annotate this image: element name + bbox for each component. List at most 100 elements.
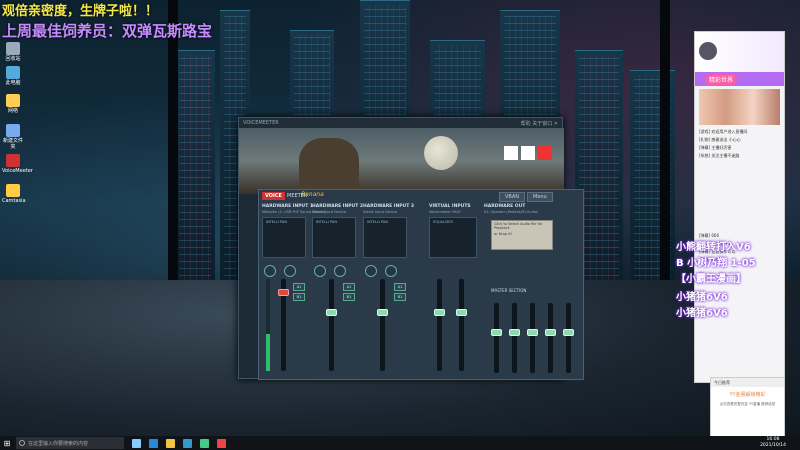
fader-knob[interactable]: [326, 309, 337, 316]
hardware-out-header[interactable]: HARDWARE OUT: [484, 204, 525, 209]
bus-fader-a2[interactable]: [509, 303, 520, 373]
input-strip-1: INTELLI PAN A1 B1: [262, 217, 306, 377]
bus-fader-b1[interactable]: [545, 303, 556, 373]
chat-header: [695, 32, 784, 72]
window-menu[interactable]: 帮助 关于窗口 ✕: [521, 120, 558, 127]
desktop-icon-recycle-bin[interactable]: 回收站: [2, 42, 24, 62]
bus-fader-b2[interactable]: [563, 303, 574, 373]
desktop: 观倍亲密度，生牌子啦！！ 上周最佳饲养员：双弹瓦斯路宝 回收站 此电脑 网络 新…: [0, 0, 800, 450]
edge-icon[interactable]: [149, 438, 158, 448]
window-title: VOICEMEETER: [243, 120, 279, 126]
character-graphic: [299, 138, 359, 194]
virtual-input-strip: EQUALIZER: [429, 217, 479, 377]
strip-device[interactable]: Select Input Device: [363, 210, 397, 214]
bus-button-a1[interactable]: A1: [293, 283, 305, 291]
tab-featured[interactable]: 精彩世界: [705, 74, 738, 85]
vm-banana-logo: Banana: [301, 191, 324, 198]
volume-fader[interactable]: [278, 279, 289, 371]
intelli-pan-box[interactable]: INTELLI PAN: [262, 217, 306, 258]
taskbar: ⊞ 在这里输入你要搜索的内容 16:08 2021/10/14: [0, 436, 800, 450]
strip-device[interactable]: Voicemeeter VAIO: [429, 210, 460, 214]
popup-body[interactable]: 点击查看完整内容 YY直播 推荐给您: [711, 401, 784, 407]
chat-highlight: 小熊翻转打入V6: [676, 242, 751, 253]
popup-title: YY金服解锁精彩: [729, 392, 766, 398]
strip-header[interactable]: HARDWARE INPUT 3: [363, 204, 414, 209]
taskbar-search-input[interactable]: 在这里输入你要搜索的内容: [16, 437, 124, 449]
notification-popup[interactable]: 今日推荐 YY金服解锁精彩 点击查看完整内容 YY直播 推荐给您: [710, 377, 785, 437]
input-strip-2: INTELLI PAN A1 B1: [312, 217, 356, 377]
hardware-out-device[interactable]: A1: Speaker (Realtek(R) Audio): [484, 210, 538, 214]
bg-building: [175, 50, 215, 300]
gain-knob[interactable]: [365, 265, 377, 277]
cassette-player[interactable]: Click to Select Audio file for Playback o…: [491, 220, 553, 250]
strip-header[interactable]: HARDWARE INPUT 1: [262, 204, 313, 209]
stream-overlay-text: 观倍亲密度，生牌子啦！！: [2, 4, 159, 19]
file-explorer-icon[interactable]: [166, 438, 175, 448]
bus-fader-a3[interactable]: [527, 303, 538, 373]
gain-knob[interactable]: [385, 265, 397, 277]
fader-knob[interactable]: [278, 289, 289, 296]
bus-button-a1[interactable]: A1: [343, 283, 355, 291]
bus-fader-a1[interactable]: [491, 303, 502, 373]
volume-fader[interactable]: [326, 279, 337, 371]
streamer-photo: [699, 89, 780, 125]
strip-header[interactable]: VIRTUAL INPUTS: [429, 204, 471, 209]
fader-knob[interactable]: [563, 329, 574, 336]
vm-logo: VOICE: [262, 192, 285, 200]
bus-button-b1[interactable]: B1: [293, 293, 305, 301]
desktop-icon-folder[interactable]: 新建文件夹: [2, 124, 24, 150]
fader-knob[interactable]: [377, 309, 388, 316]
app-icon[interactable]: [200, 438, 209, 448]
chat-highlight: 小猪猪6V6: [676, 292, 728, 303]
desktop-icon-camtasia[interactable]: Camtasia: [2, 184, 26, 204]
popup-titlebar[interactable]: 今日推荐: [711, 378, 784, 387]
intelli-pan-box[interactable]: INTELLI PAN: [363, 217, 407, 258]
fader-knob[interactable]: [434, 309, 445, 316]
fader-knob[interactable]: [545, 329, 556, 336]
chat-highlight: B 小树乃翔 1-05: [676, 258, 756, 269]
chat-message: [弹幕] 主播好厉害: [699, 145, 732, 150]
strip-device[interactable]: Select Input Device: [312, 210, 346, 214]
fader-knob[interactable]: [456, 309, 467, 316]
fader-knob[interactable]: [509, 329, 520, 336]
video-qr-icons: [504, 146, 552, 160]
live-chat-panel[interactable]: 精彩世界 [游戏] 欢迎用户进入直播间 [礼物] 感谢送出 小心心 [弹幕] 主…: [694, 31, 785, 383]
store-icon[interactable]: [183, 438, 192, 448]
volume-fader[interactable]: [456, 279, 467, 371]
desktop-icon-this-pc[interactable]: 此电脑: [2, 66, 24, 86]
bus-button-b1[interactable]: B1: [394, 293, 406, 301]
intelli-pan-box[interactable]: INTELLI PAN: [312, 217, 356, 258]
chat-highlight: 小猪猪6V6: [676, 308, 728, 319]
input-strip-3: INTELLI PAN A1 B1: [363, 217, 407, 377]
avatar[interactable]: [699, 42, 717, 60]
fader-knob[interactable]: [491, 329, 502, 336]
level-meter: [266, 279, 270, 371]
vban-button[interactable]: VBAN: [499, 192, 526, 202]
chat-message: [系统] 关注主播不迷路: [699, 153, 740, 158]
gain-knob[interactable]: [314, 265, 326, 277]
gain-knob[interactable]: [264, 265, 276, 277]
bus-button-a1[interactable]: A1: [394, 283, 406, 291]
menu-button[interactable]: Menu: [527, 192, 553, 202]
task-view-icon[interactable]: [132, 438, 141, 448]
gain-knob[interactable]: [284, 265, 296, 277]
desktop-icon-voicemeeter[interactable]: VoiceMeeter: [2, 154, 33, 174]
strip-header[interactable]: HARDWARE INPUT 2: [312, 204, 363, 209]
system-clock[interactable]: 16:08 2021/10/14: [760, 437, 800, 449]
stream-overlay-text: 上周最佳饲养员：双弹瓦斯路宝: [2, 22, 213, 40]
voicemeeter-taskbar-icon[interactable]: [217, 438, 226, 448]
volume-fader[interactable]: [434, 279, 445, 371]
bus-button-b1[interactable]: B1: [343, 293, 355, 301]
equalizer-box[interactable]: EQUALIZER: [429, 217, 477, 258]
window-titlebar[interactable]: VOICEMEETER 帮助 关于窗口 ✕: [239, 118, 562, 128]
fader-knob[interactable]: [527, 329, 538, 336]
volume-fader[interactable]: [377, 279, 388, 371]
windows-start-icon[interactable]: ⊞: [0, 436, 14, 450]
stream-video-preview: [239, 128, 564, 194]
desktop-icon-network[interactable]: 网络: [2, 94, 24, 114]
master-section-label: MASTER SECTION: [491, 288, 527, 293]
gain-knob[interactable]: [334, 265, 346, 277]
moon-graphic: [424, 136, 458, 170]
chat-tabs[interactable]: 精彩世界: [695, 72, 784, 86]
voicemeeter-mixer-panel[interactable]: VOICE MEETER Banana VBAN Menu HARDWARE I…: [258, 189, 584, 380]
